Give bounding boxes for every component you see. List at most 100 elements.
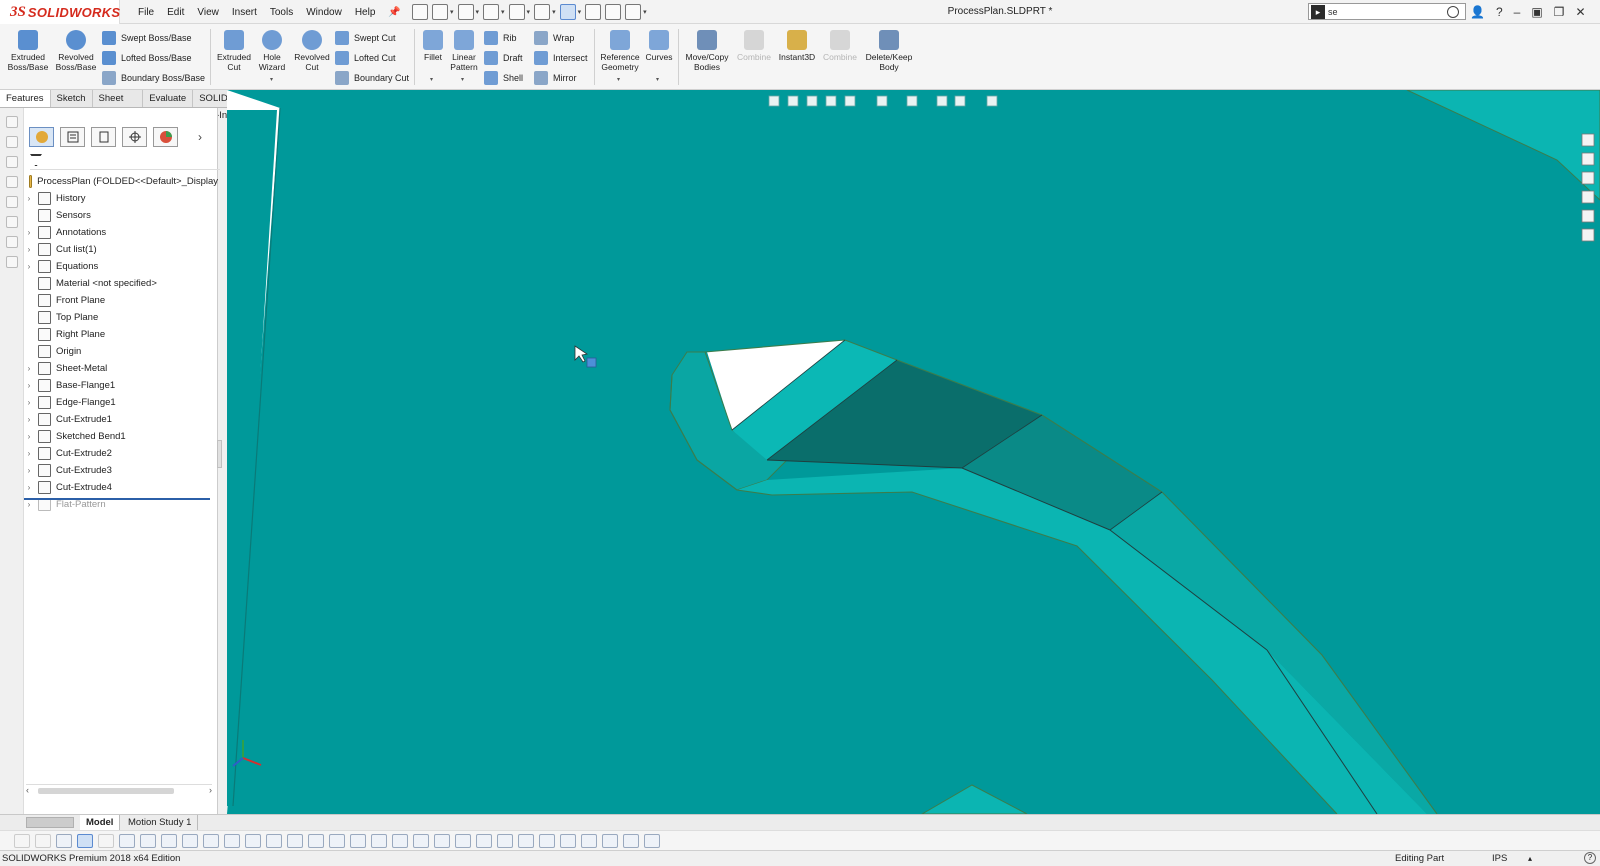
filter-toolbar-icon[interactable] <box>476 833 492 848</box>
expand-arrow-icon[interactable]: › <box>24 364 34 373</box>
hide-show-items-icon[interactable] <box>936 95 948 107</box>
filter-toolbar-icon[interactable] <box>182 833 198 848</box>
tree-item-cut-extrude2[interactable]: › Cut-Extrude2 <box>24 445 218 462</box>
expand-arrow-icon[interactable]: › <box>24 228 34 237</box>
help-icon[interactable]: ? <box>1584 852 1596 864</box>
solidworks-resources-icon[interactable] <box>1581 133 1595 147</box>
hole-wizard-button[interactable]: Hole Wizard <box>254 28 290 72</box>
lofted-cut-button[interactable]: Lofted Cut <box>335 51 396 65</box>
swept-cut-button[interactable]: Swept Cut <box>335 31 396 45</box>
combine-button[interactable]: Combine <box>734 28 774 62</box>
filter-toolbar-icon[interactable] <box>161 833 177 848</box>
displaymanager-icon[interactable] <box>153 127 178 147</box>
expand-arrow-icon[interactable]: › <box>24 432 34 441</box>
menu-edit[interactable]: Edit <box>167 7 184 18</box>
close-icon[interactable]: ✕ <box>1575 5 1585 19</box>
tree-item-sheet-metal[interactable]: › Sheet-Metal <box>24 360 218 377</box>
view-palette-icon[interactable] <box>1581 190 1595 204</box>
propertymanager-icon[interactable] <box>60 127 85 147</box>
tab-features[interactable]: Features <box>0 90 51 107</box>
tile-icon[interactable]: ▣ <box>1531 5 1542 19</box>
tree-item-material[interactable]: Material <not specified> <box>24 275 218 292</box>
search-commands-icon[interactable]: ▸ <box>1311 4 1325 19</box>
filter-toolbar-icon[interactable] <box>518 833 534 848</box>
tree-item-cut-list[interactable]: › Cut list(1) <box>24 241 218 258</box>
file-properties-icon[interactable] <box>605 4 622 20</box>
filter-toolbar-icon[interactable] <box>371 833 387 848</box>
zoom-to-fit-icon[interactable] <box>768 95 780 107</box>
tree-item-front-plane[interactable]: Front Plane <box>24 292 218 309</box>
boundary-boss-button[interactable]: Boundary Boss/Base <box>102 71 205 85</box>
revolved-cut-button[interactable]: Revolved Cut <box>292 28 332 72</box>
reference-geometry-button[interactable]: Reference Geometry <box>598 28 642 72</box>
draft-button[interactable]: Draft <box>484 51 523 65</box>
revolved-boss-button[interactable]: Revolved Boss/Base <box>54 28 98 72</box>
filter-toolbar-icon[interactable] <box>203 833 219 848</box>
print-dropdown-icon[interactable]: ▾ <box>527 8 531 16</box>
tree-item-cut-extrude4[interactable]: › Cut-Extrude4 <box>24 479 218 496</box>
expand-arrow-icon[interactable]: › <box>24 415 34 424</box>
tab-scroll-arrows[interactable] <box>26 817 74 828</box>
filter-toolbar-icon[interactable] <box>245 833 261 848</box>
tab-model[interactable]: Model <box>80 815 121 830</box>
tree-item-right-plane[interactable]: Right Plane <box>24 326 218 343</box>
expand-arrow-icon[interactable]: › <box>24 500 34 509</box>
top-right-flange[interactable] <box>1406 90 1600 201</box>
filter-toolbar-icon[interactable] <box>539 833 555 848</box>
filter-toolbar-icon[interactable] <box>350 833 366 848</box>
tree-item-base-flange[interactable]: › Base-Flange1 <box>24 377 218 394</box>
strip-icon[interactable] <box>5 176 18 188</box>
file-explorer-icon[interactable] <box>1581 171 1595 185</box>
undo-dropdown-icon[interactable]: ▾ <box>552 8 556 16</box>
custom-properties-icon[interactable] <box>1581 228 1595 242</box>
open-dropdown-icon[interactable]: ▾ <box>476 8 480 16</box>
lofted-boss-button[interactable]: Lofted Boss/Base <box>102 51 192 65</box>
extruded-boss-button[interactable]: Extruded Boss/Base <box>6 28 50 72</box>
filter-toolbar-icon[interactable] <box>56 833 72 848</box>
expand-arrow-icon[interactable]: › <box>24 194 34 203</box>
filter-toolbar-icon[interactable] <box>623 833 639 848</box>
expand-arrow-icon[interactable]: › <box>24 466 34 475</box>
menu-insert[interactable]: Insert <box>232 7 257 18</box>
strip-icon[interactable] <box>5 196 18 208</box>
display-style-icon[interactable] <box>906 95 918 107</box>
minimize-icon[interactable]: – <box>1514 5 1521 19</box>
tab-evaluate[interactable]: Evaluate <box>143 90 194 107</box>
shell-button[interactable]: Shell <box>484 71 523 85</box>
configurationmanager-icon[interactable] <box>91 127 116 147</box>
menu-tools[interactable]: Tools <box>270 7 293 18</box>
filter-toolbar-icon[interactable] <box>329 833 345 848</box>
filter-toolbar-icon[interactable] <box>140 833 156 848</box>
tree-item-history[interactable]: › History <box>24 190 218 207</box>
zoom-to-area-icon[interactable] <box>787 95 799 107</box>
rollback-bar[interactable] <box>24 498 210 500</box>
bottom-flange[interactable] <box>921 784 1028 814</box>
expand-arrow-icon[interactable]: › <box>24 483 34 492</box>
curves-button[interactable]: Curves <box>644 28 674 62</box>
scroll-right-icon[interactable]: › <box>209 785 212 795</box>
select-icon[interactable] <box>77 833 93 848</box>
filter-toolbar-icon[interactable] <box>392 833 408 848</box>
filter-toolbar-icon[interactable] <box>560 833 576 848</box>
tree-item-cut-extrude1[interactable]: › Cut-Extrude1 <box>24 411 218 428</box>
expand-arrow-icon[interactable]: › <box>24 245 34 254</box>
print-icon[interactable] <box>508 4 525 20</box>
appearances-icon[interactable] <box>1581 209 1595 223</box>
previous-view-icon[interactable] <box>806 95 818 107</box>
hole-wizard-dropdown-icon[interactable]: ▾ <box>270 76 273 83</box>
fillet-dropdown-icon[interactable]: ▾ <box>430 76 433 83</box>
filter-toolbar-icon[interactable] <box>455 833 471 848</box>
open-icon[interactable] <box>457 4 474 20</box>
strip-icon[interactable] <box>5 256 18 268</box>
unit-system[interactable]: IPS <box>1492 851 1507 866</box>
traffic-light-icon[interactable] <box>585 4 602 20</box>
filter-icon[interactable] <box>30 154 42 166</box>
boundary-cut-button[interactable]: Boundary Cut <box>335 71 409 85</box>
filter-toolbar-icon[interactable] <box>14 833 30 848</box>
filter-toolbar-icon[interactable] <box>266 833 282 848</box>
filter-toolbar-icon[interactable] <box>644 833 660 848</box>
expand-arrow-icon[interactable]: › <box>24 449 34 458</box>
solidworks-logo[interactable]: 3S SOLIDWORKS <box>0 0 120 24</box>
featuremanager-tree-icon[interactable] <box>29 127 54 147</box>
linear-pattern-dropdown-icon[interactable]: ▾ <box>461 76 464 83</box>
